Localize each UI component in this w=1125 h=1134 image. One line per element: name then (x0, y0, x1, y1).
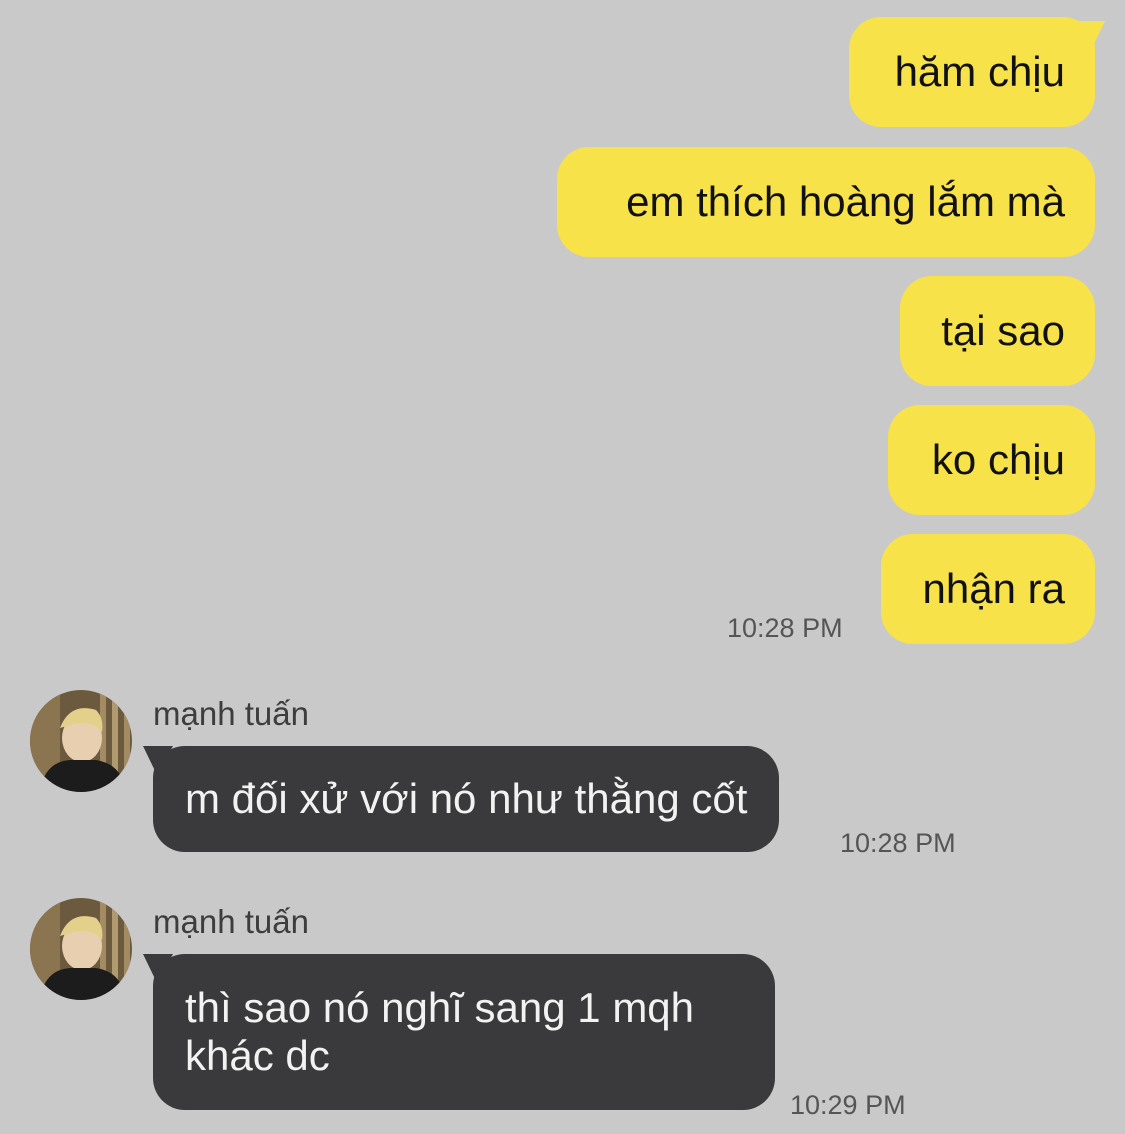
outgoing-message[interactable]: em thích hoàng lắm mà (557, 147, 1095, 257)
sender-name: mạnh tuấn (153, 695, 309, 732)
avatar[interactable] (30, 690, 132, 792)
chat-thread: hăm chịu em thích hoàng lắm mà tại sao k… (0, 0, 1125, 1134)
sender-name: mạnh tuấn (153, 903, 309, 940)
message-text: em thích hoàng lắm mà (626, 178, 1065, 225)
message-timestamp: 10:29 PM (790, 1090, 906, 1120)
incoming-message[interactable]: thì sao nó nghĩ sang 1 mqh khác dc (153, 954, 775, 1110)
profile-photo-icon (30, 898, 132, 1000)
incoming-message[interactable]: m đối xử với nó như thằng cốt (153, 746, 780, 852)
message-text: ko chịu (931, 436, 1065, 483)
outgoing-message[interactable]: hăm chịu (849, 17, 1095, 127)
message-text: m đối xử với nó như thằng cốt (185, 775, 748, 822)
outgoing-message[interactable]: tại sao (900, 276, 1095, 386)
outgoing-message[interactable]: nhận ra (881, 534, 1095, 644)
message-text: nhận ra (922, 565, 1065, 612)
message-timestamp: 10:28 PM (727, 613, 843, 643)
message-text: tại sao (941, 307, 1065, 354)
profile-photo-icon (30, 690, 132, 792)
message-text: hăm chịu (894, 48, 1065, 95)
message-timestamp: 10:28 PM (840, 828, 956, 858)
message-text: thì sao nó nghĩ sang 1 mqh khác dc (185, 984, 695, 1079)
outgoing-message[interactable]: ko chịu (888, 405, 1095, 515)
avatar[interactable] (30, 898, 132, 1000)
